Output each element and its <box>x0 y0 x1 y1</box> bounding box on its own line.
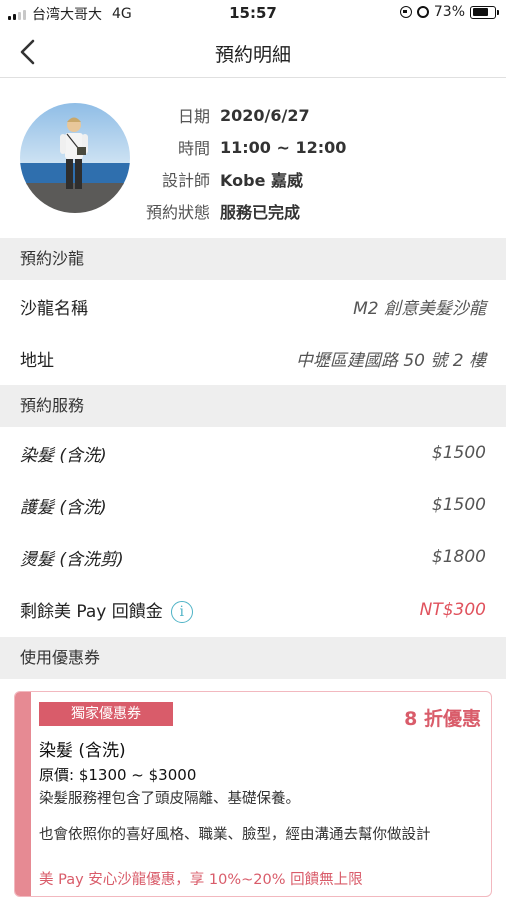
service-price: $1500 <box>431 495 486 515</box>
time-value: 11:00 ~ 12:00 <box>220 137 347 157</box>
navigation-bar: 預約明細 <box>0 26 506 78</box>
cashback-value: NT$300 <box>419 600 486 620</box>
coupon-title: 染髮 (含洗) <box>39 741 126 761</box>
date-value: 2020/6/27 <box>220 105 310 125</box>
status-bar: 台湾大哥大 4G 15:57 73% <box>0 0 506 26</box>
battery-icon <box>470 5 499 19</box>
battery-percent: 73% <box>433 4 465 20</box>
designer-value: Kobe 嘉威 <box>220 171 303 190</box>
coupon-stripe <box>15 692 31 896</box>
coupon-tag: 獨家優惠券 <box>39 702 173 726</box>
coupon-description-detail: 也會依照你的喜好風格、職業、臉型，經由溝通去幫你做設計 <box>39 827 431 843</box>
coupon-discount: 8 折優惠 <box>404 708 481 730</box>
page-title: 預約明細 <box>214 44 291 66</box>
service-row: 護髮 (含洗) $1500 <box>0 479 506 531</box>
coupon-description: 染髮服務裡包含了頭皮隔離、基礎保養。 <box>39 791 300 807</box>
coupon-section-header: 使用優惠券 <box>0 637 506 679</box>
coupon-price: 原價: $1300 ~ $3000 <box>39 766 197 784</box>
designer-avatar <box>20 103 130 213</box>
date-label: 日期 <box>177 107 210 126</box>
appointment-summary: 日期 2020/6/27 時間 11:00 ~ 12:00 設計師 Kobe 嘉… <box>0 79 506 237</box>
status-value: 服務已完成 <box>220 203 301 222</box>
address-label: 地址 <box>20 350 54 371</box>
service-row: 燙髮 (含洗剪) $1800 <box>0 531 506 583</box>
cashback-label: 剩餘美 Pay 回饋金 <box>20 602 163 622</box>
cashback-label-wrap: 剩餘美 Pay 回饋金 i <box>20 597 193 623</box>
rotation-lock-icon <box>399 6 412 18</box>
service-price: $1500 <box>431 443 486 463</box>
salon-name-label: 沙龍名稱 <box>20 298 88 319</box>
service-name: 染髮 (含洗) <box>20 445 107 466</box>
service-section-header: 預約服務 <box>0 385 506 427</box>
salon-name-value: M2 創意美髮沙龍 <box>353 298 486 319</box>
service-name: 護髮 (含洗) <box>20 497 107 518</box>
service-row: 染髮 (含洗) $1500 <box>0 427 506 479</box>
coupon-promo: 美 Pay 安心沙龍優惠，享 10%~20% 回饋無上限 <box>39 872 363 888</box>
salon-name-row: 沙龍名稱 M2 創意美髮沙龍 <box>0 280 506 332</box>
coupon-card[interactable]: 獨家優惠券 8 折優惠 染髮 (含洗) 原價: $1300 ~ $3000 染髮… <box>14 691 492 897</box>
salon-address-row: 地址 中壢區建國路 50 號 2 樓 <box>0 332 506 384</box>
cashback-row: 剩餘美 Pay 回饋金 i NT$300 <box>0 584 506 636</box>
address-value: 中壢區建國路 50 號 2 樓 <box>295 350 486 371</box>
alarm-icon <box>416 6 429 18</box>
status-label: 預約狀態 <box>145 203 210 222</box>
info-icon[interactable]: i <box>170 601 193 623</box>
designer-label: 設計師 <box>161 171 210 190</box>
salon-section-header: 預約沙龍 <box>0 238 506 280</box>
service-name: 燙髮 (含洗剪) <box>20 549 124 570</box>
service-price: $1800 <box>431 547 486 567</box>
time-label: 時間 <box>177 139 210 158</box>
